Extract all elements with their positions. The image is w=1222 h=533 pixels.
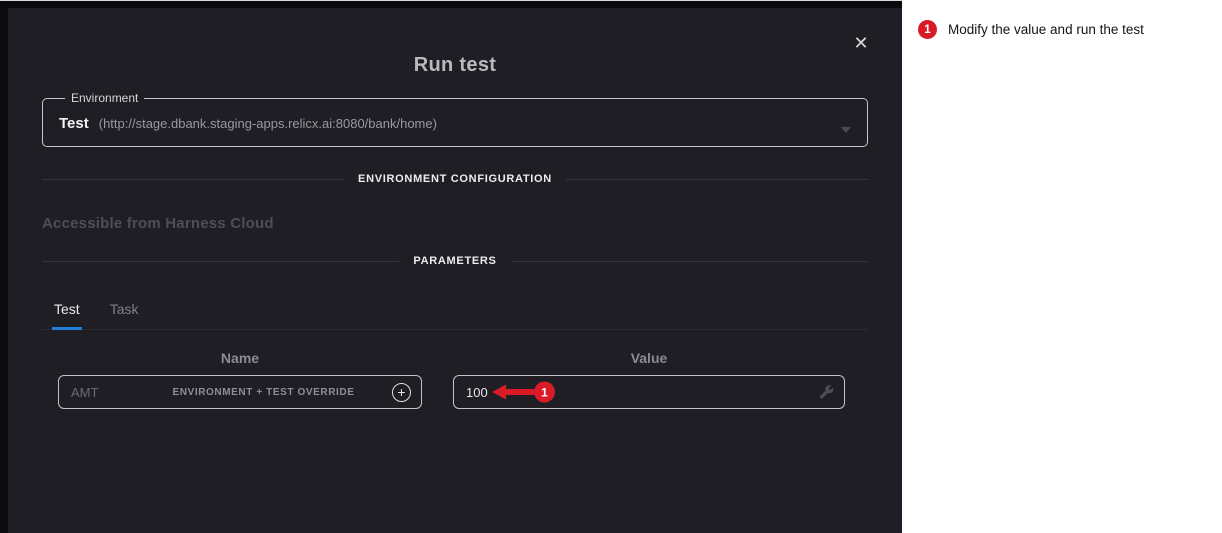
backdrop-top-hairline: [0, 0, 902, 1]
parameters-label: PARAMETERS: [413, 255, 496, 267]
app-backdrop: ✕ Run test Environment Test (http://stag…: [0, 0, 902, 533]
parameters-tab-bar: Test Task: [42, 293, 868, 330]
divider-line: [42, 261, 399, 262]
parameter-value-input[interactable]: [466, 385, 666, 400]
close-icon[interactable]: ✕: [848, 30, 874, 56]
environment-select[interactable]: Environment Test (http://stage.dbank.sta…: [42, 91, 868, 147]
value-column-header: Value: [453, 350, 845, 366]
tab-task[interactable]: Task: [108, 293, 141, 330]
override-badge: ENVIRONMENT + TEST OVERRIDE: [143, 387, 384, 398]
environment-name: Test: [59, 115, 89, 132]
instruction-text: Modify the value and run the test: [948, 22, 1144, 37]
parameter-name-field[interactable]: ENVIRONMENT + TEST OVERRIDE +: [58, 375, 422, 409]
environment-value: Test (http://stage.dbank.staging-apps.re…: [57, 115, 853, 132]
divider-line: [511, 261, 868, 262]
environment-configuration-divider: ENVIRONMENT CONFIGURATION: [42, 173, 868, 185]
parameter-name-input[interactable]: [71, 385, 135, 400]
chevron-down-icon: [841, 127, 851, 133]
accessible-note: Accessible from Harness Cloud: [42, 215, 868, 232]
wrench-icon[interactable]: [819, 385, 834, 400]
page-title: Run test: [8, 8, 902, 77]
parameter-column-headers: Name Value: [8, 350, 902, 366]
name-column-header: Name: [58, 350, 422, 366]
environment-url: (http://stage.dbank.staging-apps.relicx.…: [99, 116, 437, 131]
tab-test[interactable]: Test: [52, 293, 82, 330]
add-plus-icon[interactable]: +: [392, 383, 411, 402]
instruction-step-badge: 1: [918, 20, 937, 39]
divider-line: [42, 179, 344, 180]
instruction-step: 1 Modify the value and run the test: [918, 20, 1210, 39]
screenshot-root: ✕ Run test Environment Test (http://stag…: [0, 0, 1222, 533]
parameter-row: ENVIRONMENT + TEST OVERRIDE + 1: [8, 375, 902, 409]
environment-configuration-label: ENVIRONMENT CONFIGURATION: [358, 173, 552, 185]
environment-label: Environment: [65, 91, 144, 105]
instruction-panel: 1 Modify the value and run the test: [902, 0, 1222, 533]
run-test-modal: ✕ Run test Environment Test (http://stag…: [8, 8, 902, 533]
parameters-divider: PARAMETERS: [42, 255, 868, 267]
parameter-value-field[interactable]: 1: [453, 375, 845, 409]
divider-line: [566, 179, 868, 180]
